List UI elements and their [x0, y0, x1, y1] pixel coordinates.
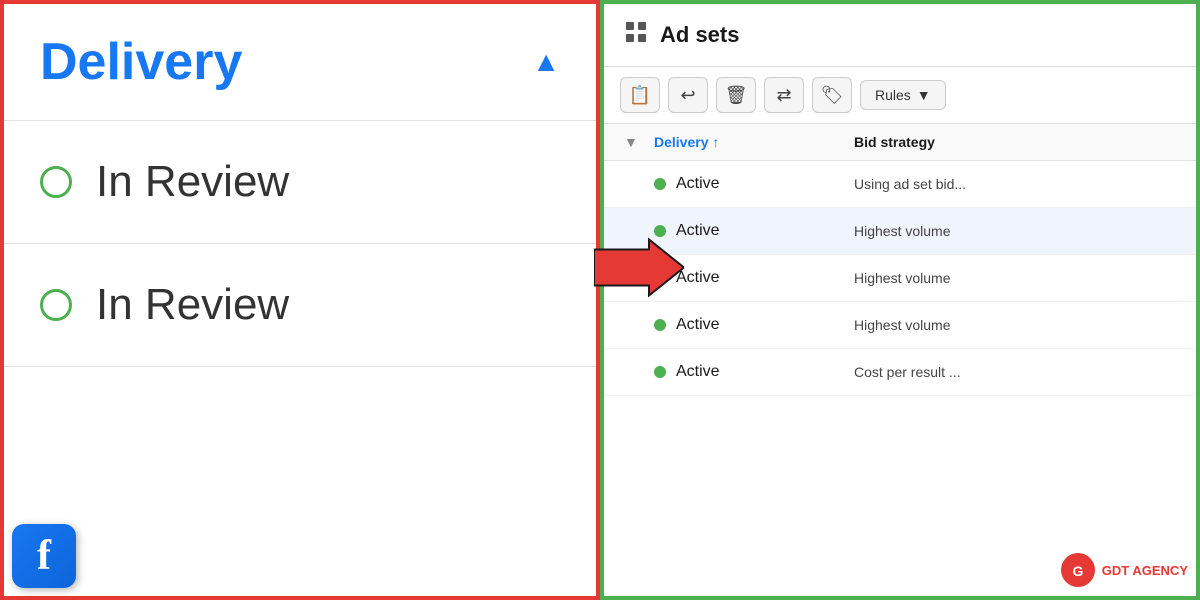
- gdt-watermark: G GDT AGENCY: [1060, 552, 1188, 588]
- delivery-col-header[interactable]: Delivery ↑: [654, 134, 854, 150]
- delivery-header: Delivery ▲: [4, 4, 596, 121]
- clipboard-button[interactable]: 📋: [620, 77, 660, 113]
- status-circle-2: [40, 289, 72, 321]
- left-panel: Delivery ▲ In Review In Review f: [0, 0, 600, 600]
- svg-text:G: G: [1072, 563, 1083, 579]
- in-review-row-2[interactable]: In Review: [4, 244, 596, 367]
- table-row[interactable]: Active Highest volume: [604, 302, 1196, 349]
- sort-arrow-icon[interactable]: ▲: [532, 46, 560, 78]
- row-delivery-2: Active: [654, 222, 854, 240]
- red-arrow-annotation: [594, 238, 684, 303]
- toolbar: 📋 ↩ 🗑 ⇄ 🏷 Rules ▼: [604, 67, 1196, 124]
- sort-col-header: ▼: [624, 134, 654, 150]
- gdt-logo-icon: G: [1060, 552, 1096, 588]
- status-dot-5: [654, 366, 666, 378]
- row-bid-5: Cost per result ...: [854, 364, 1176, 380]
- rules-button[interactable]: Rules ▼: [860, 80, 946, 110]
- gdt-agency-label: GDT AGENCY: [1102, 563, 1188, 578]
- row-delivery-4: Active: [654, 316, 854, 334]
- row-bid-3: Highest volume: [854, 270, 1176, 286]
- in-review-label-1: In Review: [96, 157, 289, 207]
- in-review-row-1[interactable]: In Review: [4, 121, 596, 244]
- status-dot-1: [654, 178, 666, 190]
- table-body: Active Using ad set bid... Active Highes…: [604, 161, 1196, 596]
- table-row[interactable]: Active Cost per result ...: [604, 349, 1196, 396]
- table-header: ▼ Delivery ↑ Bid strategy: [604, 124, 1196, 161]
- tag-button[interactable]: 🏷: [812, 77, 852, 113]
- status-dot-4: [654, 319, 666, 331]
- row-bid-4: Highest volume: [854, 317, 1176, 333]
- row-delivery-3: Active: [654, 269, 854, 287]
- row-delivery-1: Active: [654, 175, 854, 193]
- table-row[interactable]: Active Highest volume: [604, 255, 1196, 302]
- table-row[interactable]: Active Highest volume: [604, 208, 1196, 255]
- undo-button[interactable]: ↩: [668, 77, 708, 113]
- rules-chevron-icon: ▼: [917, 87, 931, 103]
- grid-icon: [624, 20, 648, 50]
- delete-button[interactable]: 🗑: [716, 77, 756, 113]
- right-panel: Ad sets 📋 ↩ 🗑 ⇄ 🏷 Rules ▼ ▼ Delivery ↑ B…: [600, 0, 1200, 600]
- status-dot-2: [654, 225, 666, 237]
- table-row[interactable]: Active Using ad set bid...: [604, 161, 1196, 208]
- in-review-label-2: In Review: [96, 280, 289, 330]
- row-delivery-5: Active: [654, 363, 854, 381]
- delivery-title: Delivery: [40, 32, 242, 92]
- ad-sets-header: Ad sets: [604, 4, 1196, 67]
- row-bid-1: Using ad set bid...: [854, 176, 1176, 192]
- export-button[interactable]: ⇄: [764, 77, 804, 113]
- facebook-logo: f: [12, 524, 76, 588]
- ad-sets-title: Ad sets: [660, 22, 739, 48]
- row-bid-2: Highest volume: [854, 223, 1176, 239]
- bid-col-header: Bid strategy: [854, 134, 1176, 150]
- status-circle-1: [40, 166, 72, 198]
